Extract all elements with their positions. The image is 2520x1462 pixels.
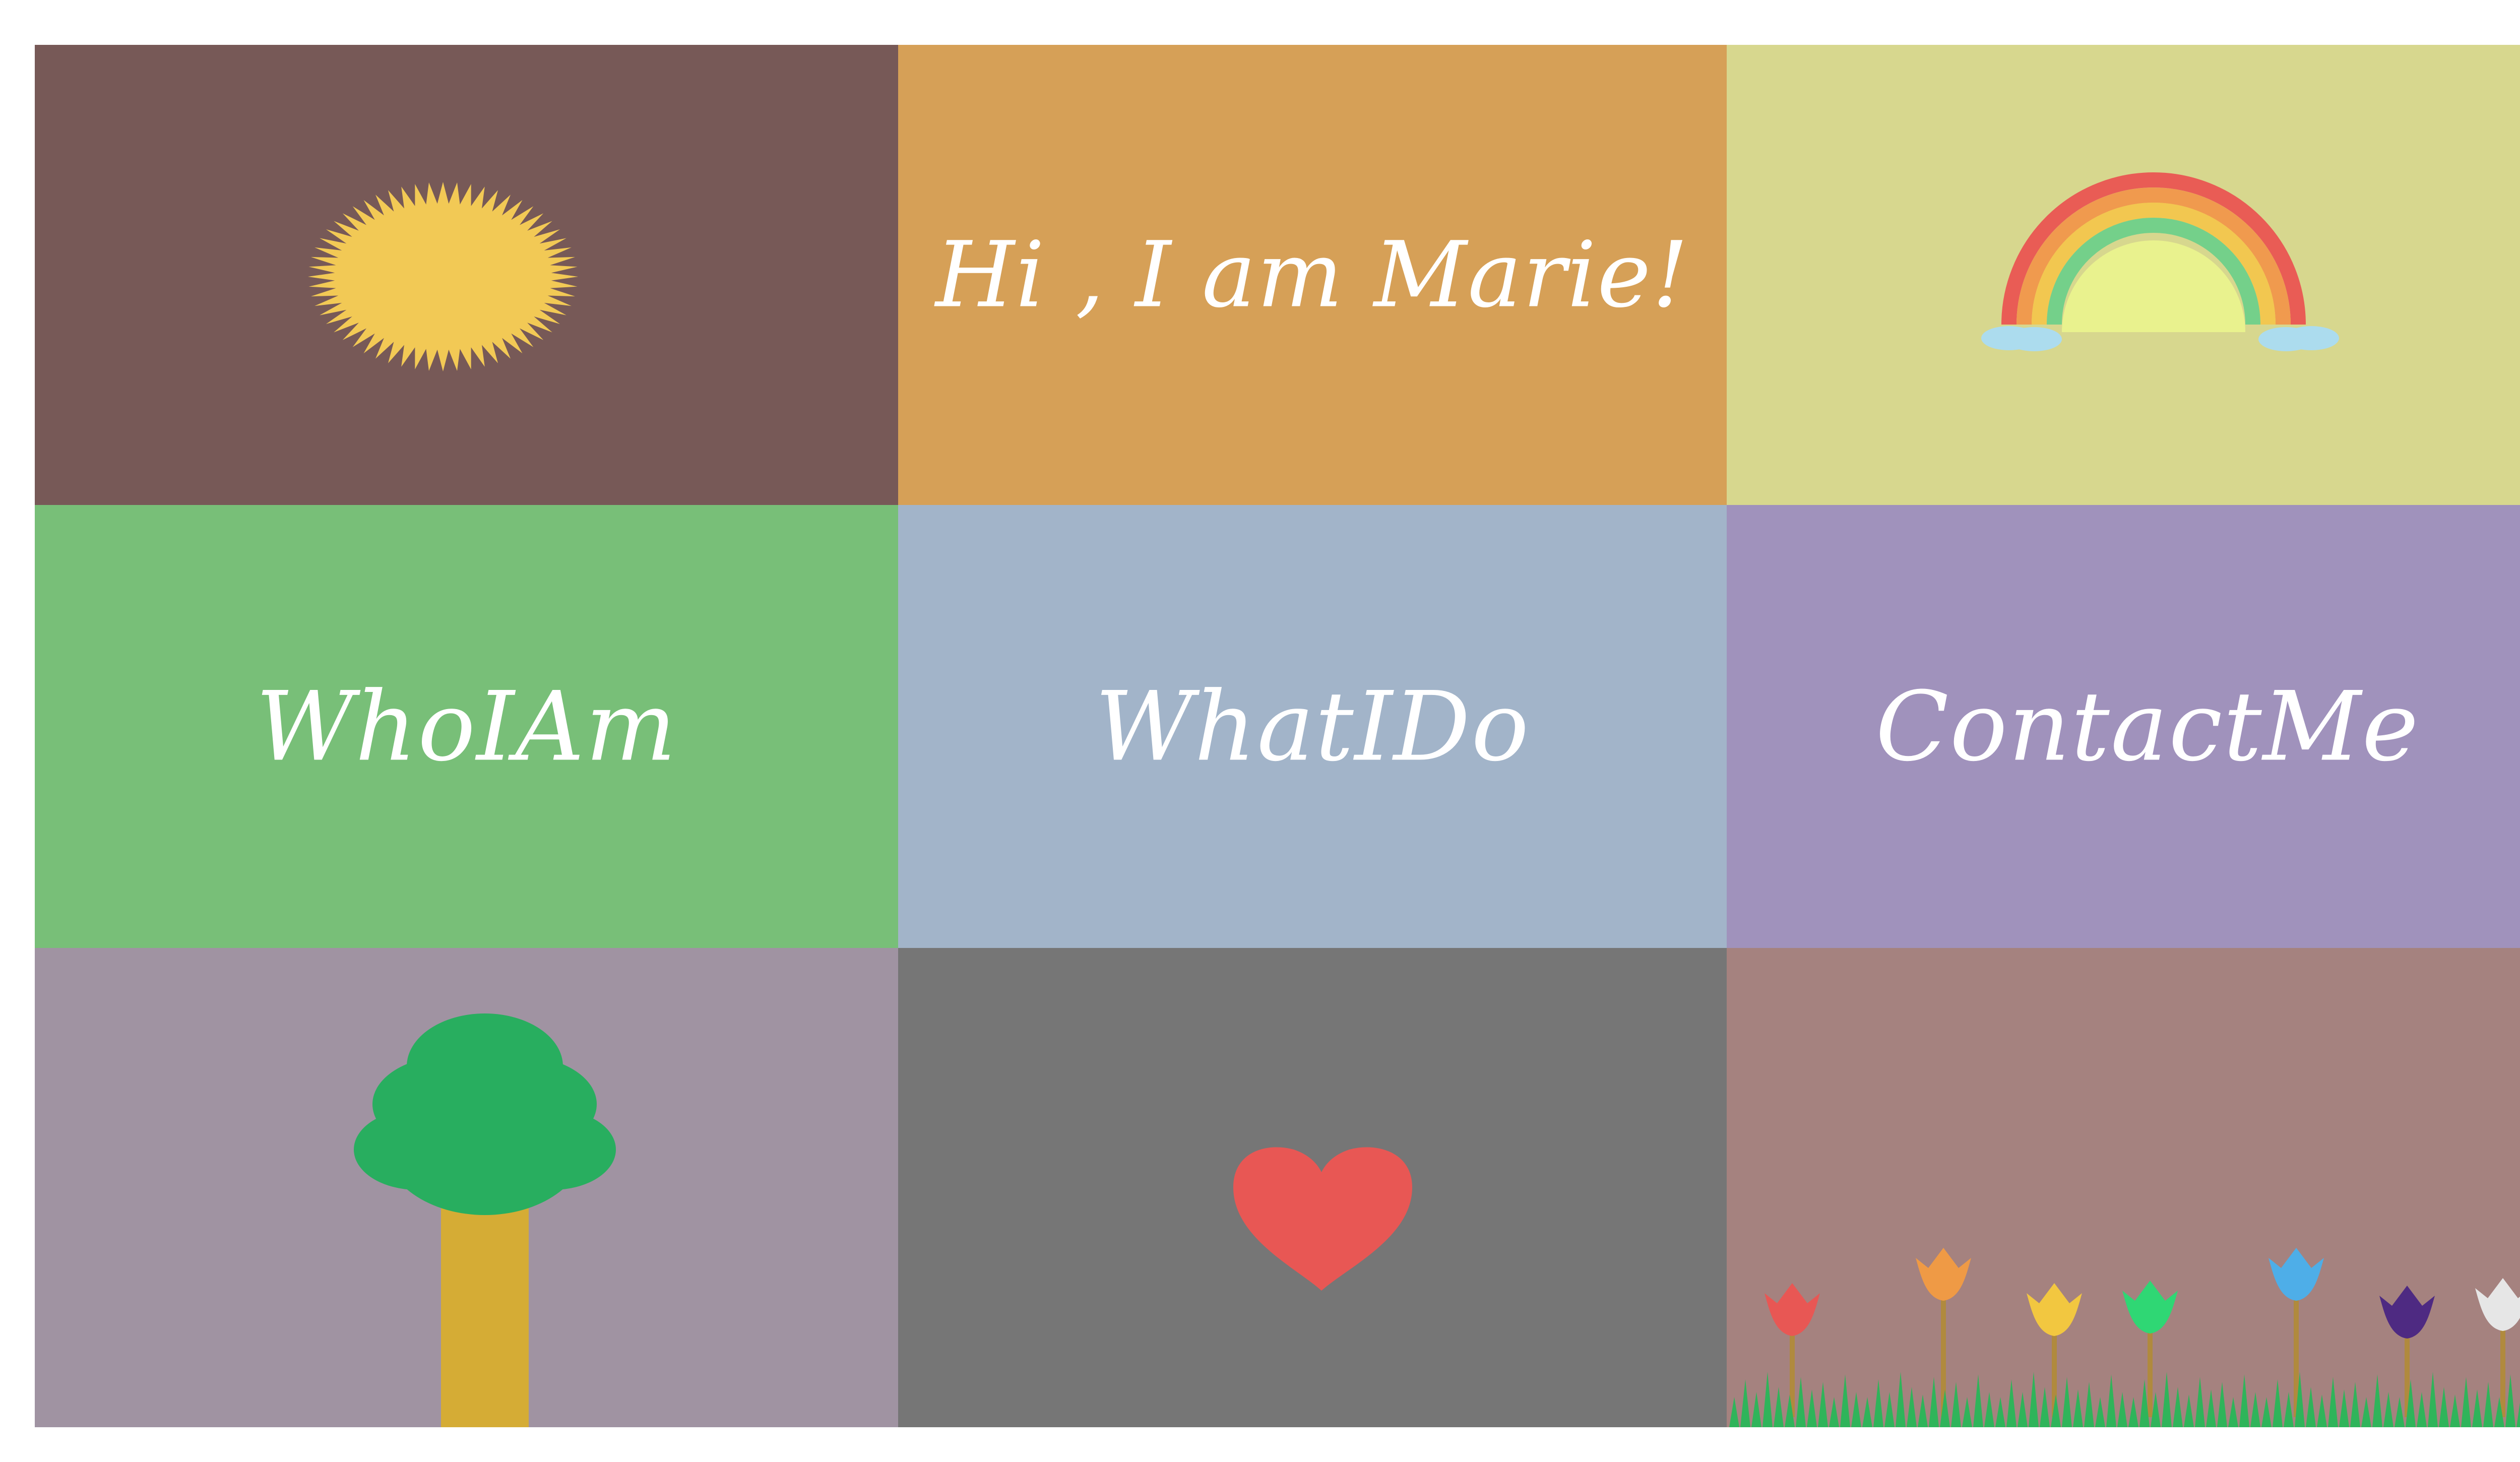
who-i-am-link[interactable]: WhoIAm <box>35 505 898 948</box>
rainbow-icon <box>1981 172 2339 351</box>
who-i-am-label: WhoIAm <box>256 671 677 782</box>
flowers-tile <box>1727 948 2520 1427</box>
tulip-icon <box>1916 1248 1971 1417</box>
contact-me-link[interactable]: ContactMe <box>1727 505 2520 948</box>
sun-icon <box>308 182 578 371</box>
what-i-do-link[interactable]: WhatIDo <box>898 505 1727 948</box>
contact-me-label: ContactMe <box>1875 671 2420 782</box>
greeting-tile: Hi , I am Marie! <box>898 45 1727 505</box>
what-i-do-label: WhatIDo <box>1095 671 1530 782</box>
grass-icon <box>1729 1372 2520 1427</box>
heart-tile <box>898 948 1727 1427</box>
sun-tile <box>35 45 898 505</box>
tulip-icon <box>2122 1281 2178 1417</box>
tree-icon <box>354 1013 616 1427</box>
flower-garden <box>1729 1248 2520 1427</box>
tulip-icon <box>2475 1278 2520 1417</box>
heart-icon <box>1233 1147 1412 1291</box>
rainbow-tile <box>1727 45 2520 505</box>
tile-grid: Hi , I am Marie! WhoIAm WhatIDo ContactM <box>35 45 2520 1427</box>
greeting-text: Hi , I am Marie! <box>935 222 1689 328</box>
tree-tile <box>35 948 898 1427</box>
